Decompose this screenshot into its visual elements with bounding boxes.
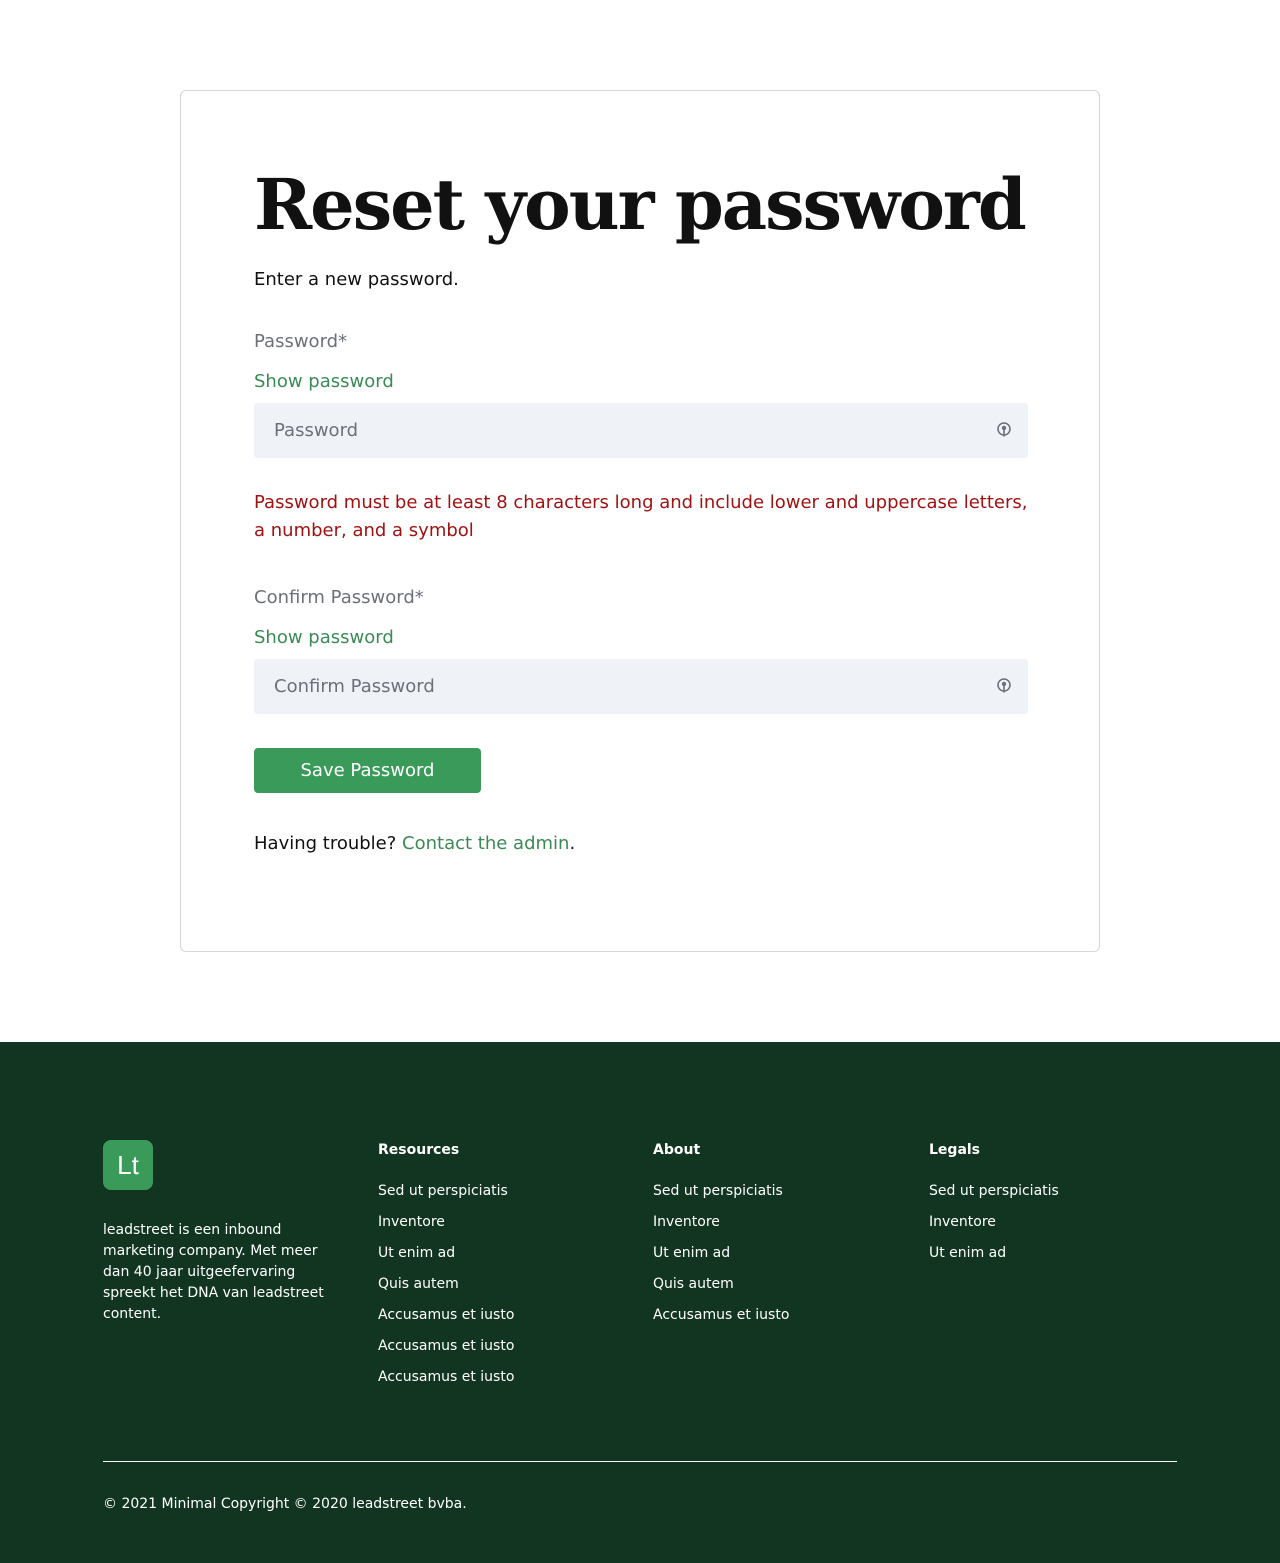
page-title: Reset your password — [254, 163, 1027, 246]
footer-link[interactable]: Ut enim ad — [653, 1243, 789, 1263]
key-icon[interactable] — [996, 422, 1012, 438]
reset-password-card: Reset your password Enter a new password… — [180, 90, 1100, 952]
password-field-wrapper — [254, 403, 1028, 458]
footer-link[interactable]: Inventore — [378, 1212, 514, 1232]
trouble-suffix: . — [569, 833, 576, 854]
footer-column-heading: Resources — [378, 1142, 460, 1158]
footer-column-resources: Resources Sed ut perspiciatis Inventore … — [378, 1140, 514, 1398]
footer-column-heading: Legals — [929, 1142, 981, 1158]
confirm-password-input[interactable] — [254, 659, 1028, 714]
footer-column-about: About Sed ut perspiciatis Inventore Ut e… — [653, 1140, 789, 1336]
footer-link[interactable]: Accusamus et iusto — [378, 1336, 514, 1356]
confirm-password-field-wrapper — [254, 659, 1028, 714]
footer-link[interactable]: Inventore — [929, 1212, 1059, 1232]
site-footer: Lt leadstreet is een inbound marketing c… — [0, 1042, 1280, 1563]
footer-link[interactable]: Accusamus et iusto — [378, 1367, 514, 1387]
footer-column-legals: Legals Sed ut perspiciatis Inventore Ut … — [929, 1140, 1059, 1274]
footer-link[interactable]: Sed ut perspiciatis — [653, 1181, 789, 1201]
footer-about-text: leadstreet is een inbound marketing comp… — [103, 1222, 324, 1322]
password-input[interactable] — [254, 403, 1028, 458]
footer-column-heading: About — [653, 1142, 701, 1158]
show-password-toggle[interactable]: Show password — [254, 371, 394, 392]
contact-admin-link[interactable]: Contact the admin — [402, 833, 569, 854]
footer-link[interactable]: Accusamus et iusto — [653, 1305, 789, 1325]
footer-link[interactable]: Quis autem — [378, 1274, 514, 1294]
footer-link[interactable]: Accusamus et iusto — [378, 1305, 514, 1325]
trouble-text: Having trouble? Contact the admin. — [254, 833, 575, 854]
password-label: Password* — [254, 331, 348, 352]
footer-link[interactable]: Ut enim ad — [378, 1243, 514, 1263]
footer-link[interactable]: Quis autem — [653, 1274, 789, 1294]
confirm-password-label: Confirm Password* — [254, 587, 424, 608]
footer-link[interactable]: Sed ut perspiciatis — [378, 1181, 514, 1201]
trouble-prefix: Having trouble? — [254, 833, 397, 854]
footer-link[interactable]: Ut enim ad — [929, 1243, 1059, 1263]
password-error-message: Password must be at least 8 characters l… — [254, 492, 1028, 541]
show-confirm-password-toggle[interactable]: Show password — [254, 627, 394, 648]
footer-link[interactable]: Sed ut perspiciatis — [929, 1181, 1059, 1201]
footer-link[interactable]: Inventore — [653, 1212, 789, 1232]
key-icon[interactable] — [996, 678, 1012, 694]
footer-divider — [103, 1461, 1177, 1462]
logo[interactable]: Lt — [103, 1140, 153, 1190]
page-subtitle: Enter a new password. — [254, 269, 459, 290]
copyright-text: © 2021 Minimal Copyright © 2020 leadstre… — [103, 1496, 467, 1512]
save-password-button[interactable]: Save Password — [254, 748, 481, 793]
